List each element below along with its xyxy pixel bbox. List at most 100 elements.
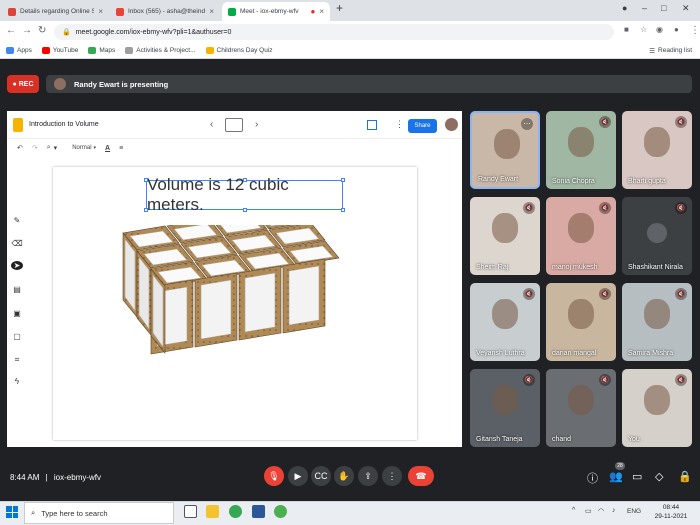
new-tab-button[interactable]: + xyxy=(336,1,343,15)
captions-button[interactable]: CC xyxy=(311,466,331,486)
battery-icon[interactable]: ▭ xyxy=(585,507,592,515)
maximize-button[interactable]: □ xyxy=(661,3,666,13)
note-icon[interactable]: ▤ xyxy=(11,285,23,294)
participant-tile[interactable]: 🔇 Veyansh Luthra xyxy=(470,283,540,361)
extension-icon[interactable]: ◉ xyxy=(656,25,663,34)
comment-icon[interactable] xyxy=(367,120,377,130)
resize-handle[interactable] xyxy=(144,178,148,182)
zoom-dropdown-icon[interactable]: ▾ xyxy=(54,144,58,152)
people-icon[interactable]: 👥 xyxy=(609,470,623,483)
forward-icon[interactable]: → xyxy=(22,25,32,36)
present-icon[interactable] xyxy=(225,118,243,132)
avatar[interactable] xyxy=(445,118,458,131)
resize-handle[interactable] xyxy=(243,208,247,212)
close-tab-icon[interactable]: × xyxy=(319,7,324,16)
host-controls-icon[interactable]: 🔒 xyxy=(678,470,692,483)
participant-tile[interactable]: ⋯ Randy Ewart xyxy=(470,111,540,189)
participant-tile[interactable]: 🔇 Gitansh Taneja xyxy=(470,369,540,447)
close-tab-icon[interactable]: × xyxy=(209,7,214,16)
document-title[interactable]: Introduction to Volume xyxy=(29,121,99,128)
bookmark-youtube[interactable]: YouTube xyxy=(41,47,78,54)
participant-tile[interactable]: 🔇 Samira Mishra xyxy=(622,283,692,361)
bookmark-star-icon[interactable]: ☆ xyxy=(640,25,647,34)
camera-icon[interactable]: ■ xyxy=(624,25,629,34)
redo-icon[interactable]: ↷ xyxy=(32,144,38,152)
bookmark-apps[interactable]: Apps xyxy=(6,47,32,54)
reading-list[interactable]: ☰ Reading list xyxy=(649,47,692,55)
participant-tile[interactable]: 🔇 chand xyxy=(546,369,616,447)
taskbar-clock[interactable]: 08:44 29-11-2021 xyxy=(648,503,694,521)
bookmark-quiz[interactable]: Childrens Day Quiz xyxy=(205,47,273,54)
browser-tab-meet[interactable]: Meet - iox-ebmy-wfv ● × xyxy=(222,2,330,21)
pen-icon[interactable]: ✎ xyxy=(11,216,23,225)
address-bar[interactable]: 🔒 meet.google.com/iox-ebmy-wfv?pli=1&aut… xyxy=(54,24,614,40)
bookmark-activities[interactable]: Activities & Project... xyxy=(125,47,196,54)
tab-search-icon[interactable]: ● xyxy=(622,3,627,13)
record-dot-icon: ● xyxy=(12,80,17,88)
tray-chevron-icon[interactable]: ^ xyxy=(572,507,575,514)
pointer-icon[interactable]: ➤ xyxy=(11,261,23,270)
slide-text-box[interactable]: Volume is 12 cubic meters. xyxy=(144,175,345,214)
recording-badge: ● REC xyxy=(7,75,39,93)
close-window-button[interactable]: ✕ xyxy=(682,3,690,14)
participant-tile[interactable]: 🔇 Sheim Raj xyxy=(470,197,540,275)
present-button[interactable]: ⇪ xyxy=(358,466,378,486)
participant-tile[interactable]: 🔇 Bharti gupta xyxy=(622,111,692,189)
participant-tile[interactable]: 🔇 darian mangal xyxy=(546,283,616,361)
prev-slide-icon[interactable]: ‹ xyxy=(210,119,213,130)
activities-icon[interactable]: ◇ xyxy=(655,470,663,483)
info-icon[interactable]: ⓘ xyxy=(587,470,598,486)
language-indicator[interactable]: ENG xyxy=(627,508,641,515)
leave-call-button[interactable]: ☎ xyxy=(408,466,434,486)
word-icon[interactable] xyxy=(252,505,265,518)
participant-tile[interactable]: 🔇 manoj mukesh xyxy=(546,197,616,275)
reload-icon[interactable]: ↻ xyxy=(38,25,46,36)
more-options-button[interactable]: ⋮ xyxy=(382,466,402,486)
mic-off-icon: 🔇 xyxy=(675,116,687,128)
back-icon[interactable]: ← xyxy=(6,25,16,36)
volume-icon[interactable]: ♪ xyxy=(612,507,616,514)
zoom-icon[interactable]: ⌕ xyxy=(47,144,51,152)
mic-off-button[interactable]: 🎙 xyxy=(264,466,284,486)
resize-handle[interactable] xyxy=(144,208,148,212)
text-color-icon[interactable]: A xyxy=(105,145,110,152)
select-frame-icon[interactable]: ⌗ xyxy=(11,355,23,365)
share-button[interactable]: Share xyxy=(408,119,437,133)
participant-tile[interactable]: 🔇 Sonia Chopra xyxy=(546,111,616,189)
image-icon[interactable]: ▣ xyxy=(11,309,23,318)
text-style-select[interactable]: Normal xyxy=(72,145,91,151)
undo-icon[interactable]: ↶ xyxy=(17,144,23,152)
camera-button[interactable]: ▶ xyxy=(288,466,308,486)
resize-handle[interactable] xyxy=(243,178,247,182)
recording-dot-icon: ● xyxy=(310,7,316,16)
taskbar-search-box[interactable]: ⌕ Type here to search xyxy=(24,502,174,524)
participant-name: manoj mukesh xyxy=(552,264,598,271)
menu-icon[interactable]: ⋮ xyxy=(690,25,700,36)
bookmark-maps[interactable]: Maps xyxy=(88,47,115,54)
chrome-app-icon[interactable] xyxy=(274,505,287,518)
meeting-code: iox-ebmy-wfv xyxy=(53,473,102,482)
align-icon[interactable]: ≡ xyxy=(119,145,123,152)
resize-handle[interactable] xyxy=(341,208,345,212)
chat-icon[interactable]: ▭ xyxy=(632,470,642,483)
file-explorer-icon[interactable] xyxy=(206,505,219,518)
participant-tile[interactable]: 🔇 You xyxy=(622,369,692,447)
shape-icon[interactable]: ▢ xyxy=(11,332,23,341)
raise-hand-button[interactable]: ✋ xyxy=(334,466,354,486)
eraser-icon[interactable]: ⌫ xyxy=(11,239,23,248)
participant-name: Bharti gupta xyxy=(628,178,666,185)
close-tab-icon[interactable]: × xyxy=(98,7,103,16)
next-slide-icon[interactable]: › xyxy=(255,119,258,130)
task-view-icon[interactable] xyxy=(184,505,197,518)
profile-avatar[interactable]: ● xyxy=(674,25,679,34)
browser-tab-inbox[interactable]: Inbox (565) - asha@theindiansch × xyxy=(110,2,220,21)
laser-icon[interactable]: ϟ xyxy=(11,377,23,386)
wifi-icon[interactable]: ◠ xyxy=(598,507,604,515)
resize-handle[interactable] xyxy=(341,178,345,182)
minimize-button[interactable]: – xyxy=(642,3,647,13)
chrome-icon[interactable] xyxy=(229,505,242,518)
participant-tile[interactable]: 🔇 Shashikant Nirala xyxy=(622,197,692,275)
more-options-icon[interactable]: ⋮ xyxy=(395,119,404,130)
browser-tab-details[interactable]: Details regarding Online Session × xyxy=(2,2,109,21)
windows-start-icon[interactable] xyxy=(6,506,18,518)
